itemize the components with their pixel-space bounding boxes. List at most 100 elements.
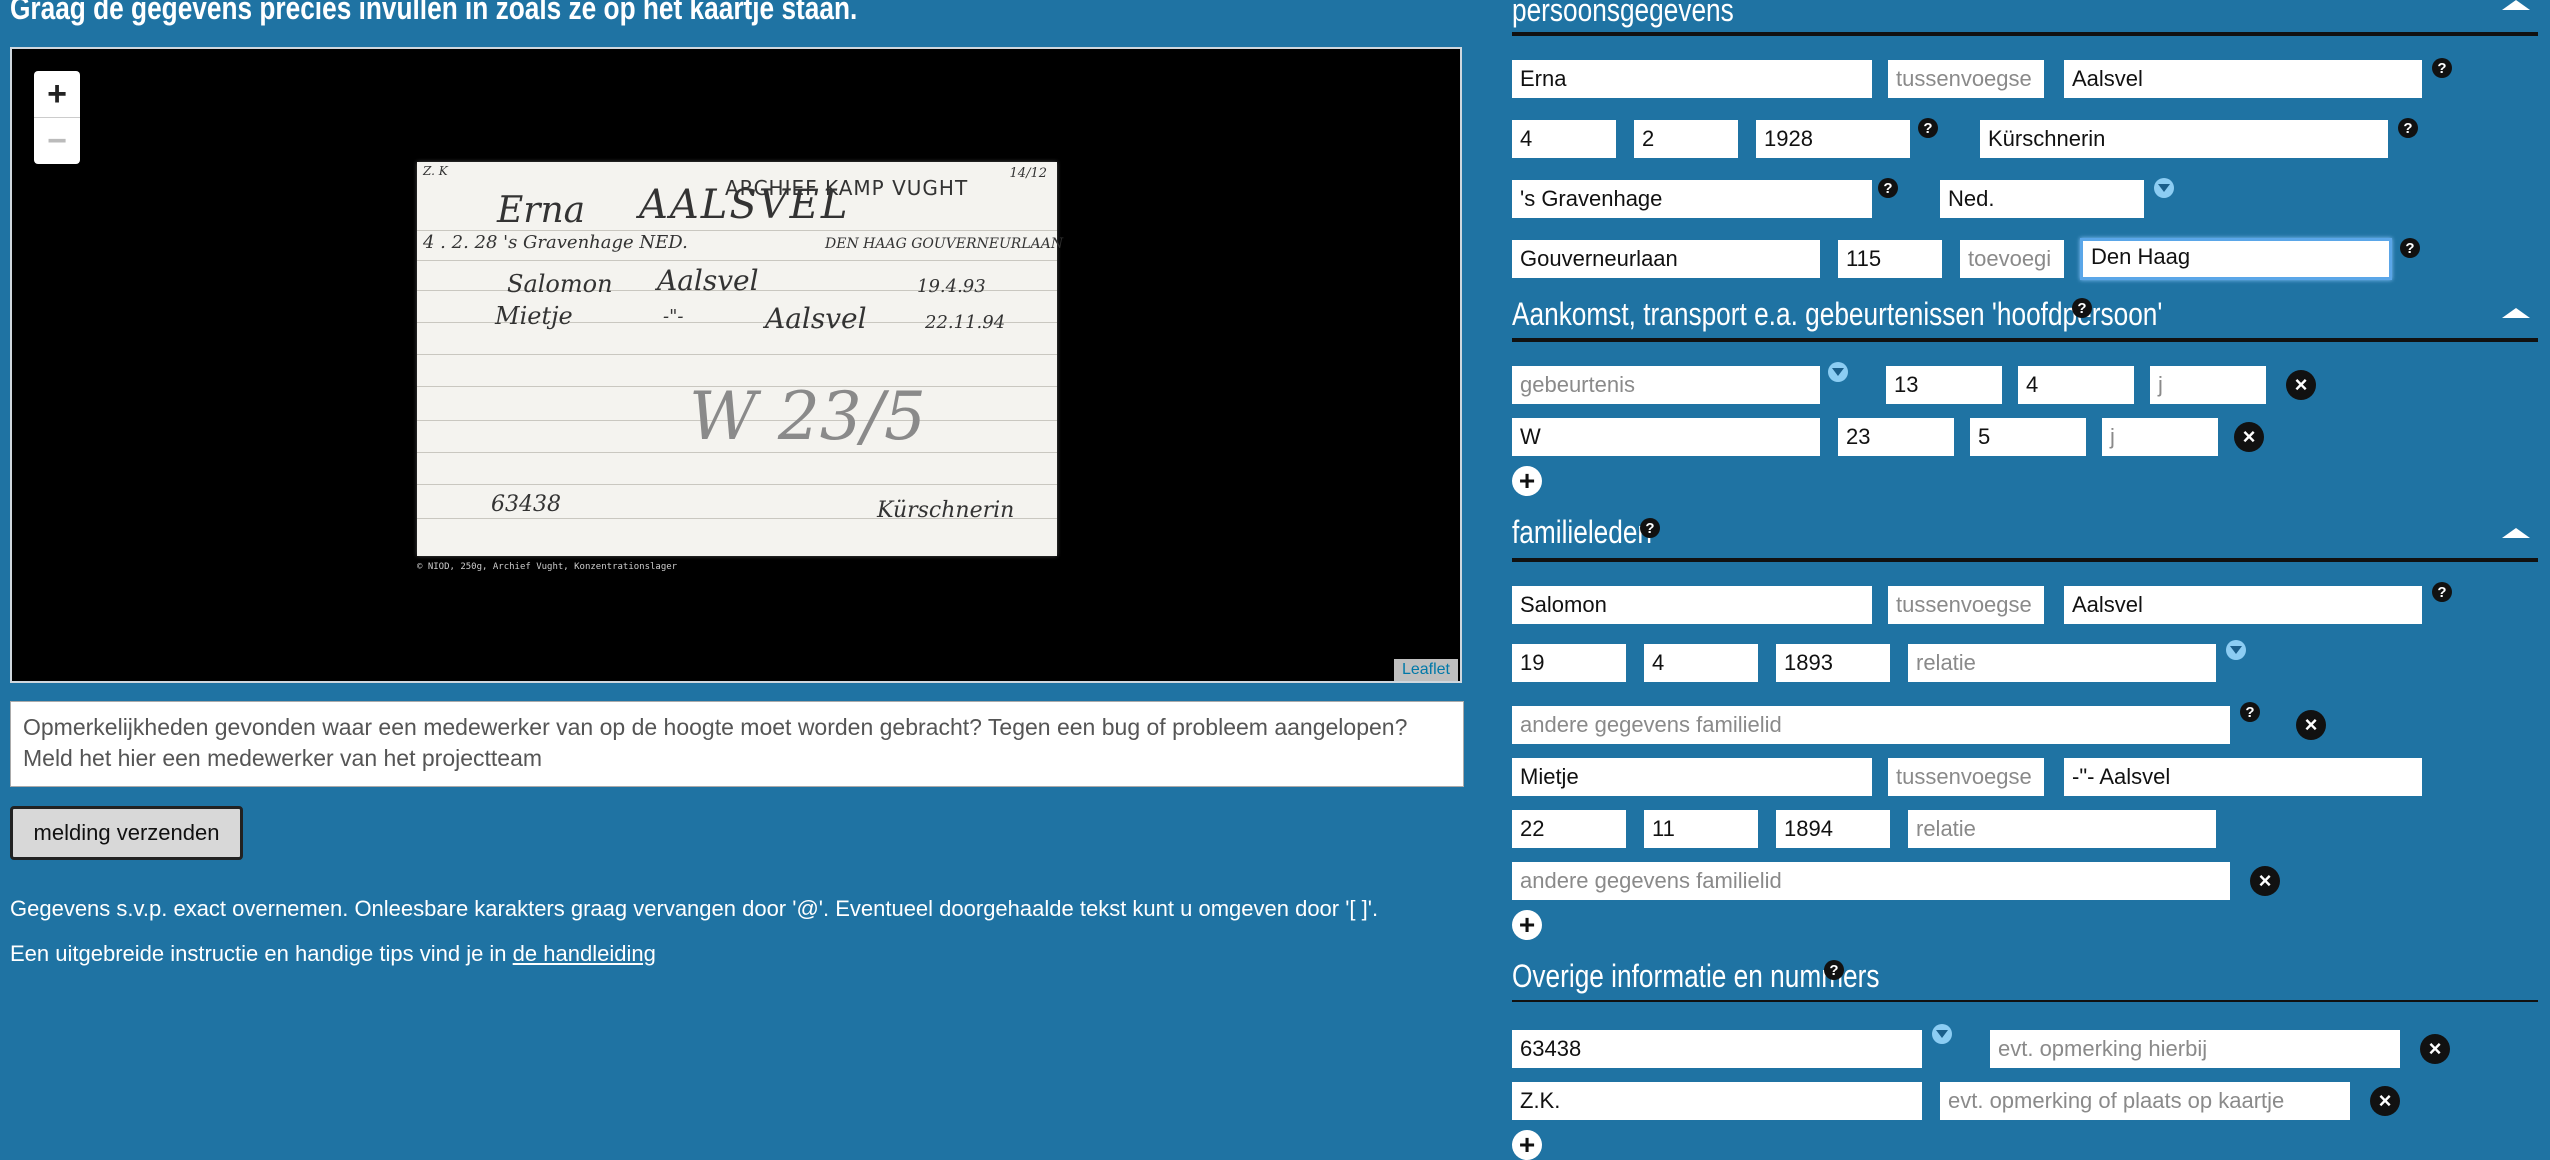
dropdown-icon[interactable] <box>1932 1024 1952 1044</box>
card-copyright: © NIOD, 250g, Archief Vught, Konzentrati… <box>417 562 678 572</box>
card-birth-line: 4 . 2. 28 's Gravenhage NED. <box>423 232 688 253</box>
family-last-name-input[interactable]: -"- Aalsvel <box>2064 758 2422 796</box>
number-remark-input[interactable]: evt. opmerking of plaats op kaartje <box>1940 1082 2350 1120</box>
remarks-textarea[interactable]: Opmerkelijkheden gevonden waar een medew… <box>10 701 1464 787</box>
card-relative2-first: Mietje <box>495 302 573 330</box>
card-image-viewer[interactable]: + − Z. K 14/12 ARCHIEF KAMP VUGHT Erna A… <box>10 47 1462 683</box>
help-icon[interactable]: ? <box>1918 118 1938 138</box>
card-last-name: AALSVEL <box>639 182 850 228</box>
leaflet-attribution-link[interactable]: Leaflet <box>1393 659 1458 681</box>
family-first-name-input[interactable]: Salomon <box>1512 586 1872 624</box>
manual-link[interactable]: de handleiding <box>513 941 656 966</box>
manual-instruction: Een uitgebreide instructie en handige ti… <box>10 941 656 967</box>
last-name-input[interactable]: Aalsvel <box>2064 60 2422 98</box>
city-input[interactable]: Den Haag <box>2080 238 2392 280</box>
page-title: Graag de gegevens precies invullen in zo… <box>10 0 858 26</box>
event-year-input[interactable]: j <box>2102 418 2218 456</box>
card-relative1-date: 19.4.93 <box>917 276 986 297</box>
help-icon[interactable]: ? <box>2400 238 2420 258</box>
section-divider <box>1512 32 2538 36</box>
family-relation-input[interactable]: relatie <box>1908 810 2216 848</box>
collapse-persons-icon[interactable] <box>2502 0 2530 10</box>
remove-family-member-button[interactable]: × <box>2250 866 2280 896</box>
family-other-data-input[interactable]: andere gegevens familielid <box>1512 706 2230 744</box>
birth-day-input[interactable]: 4 <box>1512 120 1616 158</box>
help-icon[interactable]: ? <box>2432 582 2452 602</box>
event-month-input[interactable]: 5 <box>1970 418 2086 456</box>
remove-number-button[interactable]: × <box>2420 1034 2450 1064</box>
help-icon[interactable]: ? <box>2432 58 2452 78</box>
card-relative2-ditto: -"- <box>663 306 684 327</box>
card-first-name: Erna <box>497 190 586 231</box>
family-day-input[interactable]: 19 <box>1512 644 1626 682</box>
family-last-name-input[interactable]: Aalsvel <box>2064 586 2422 624</box>
addition-input[interactable]: toevoegi <box>1960 240 2064 278</box>
zoom-in-button[interactable]: + <box>34 71 80 117</box>
zoom-control: + − <box>34 71 80 164</box>
birth-month-input[interactable]: 2 <box>1634 120 1738 158</box>
card-corner-left: Z. K <box>423 164 448 178</box>
collapse-family-icon[interactable] <box>2502 528 2530 538</box>
help-icon[interactable]: ? <box>2240 702 2260 722</box>
birthplace-input[interactable]: 's Gravenhage <box>1512 180 1872 218</box>
card-address: DEN HAAG GOUVERNEURLAAN <box>825 236 1064 252</box>
event-month-input[interactable]: 4 <box>2018 366 2134 404</box>
remove-event-button[interactable]: × <box>2286 370 2316 400</box>
manual-instruction-prefix: Een uitgebreide instructie en handige ti… <box>10 941 513 966</box>
collapse-arrival-icon[interactable] <box>2502 308 2530 318</box>
section-divider <box>1512 338 2538 342</box>
card-corner-right: 14/12 <box>1009 166 1047 181</box>
help-icon[interactable]: ? <box>2398 118 2418 138</box>
event-day-input[interactable]: 23 <box>1838 418 1954 456</box>
family-other-data-input[interactable]: andere gegevens familielid <box>1512 862 2230 900</box>
card-relative2-date: 22.11.94 <box>925 312 1006 333</box>
help-icon[interactable]: ? <box>1640 518 1660 538</box>
family-day-input[interactable]: 22 <box>1512 810 1626 848</box>
event-day-input[interactable]: 13 <box>1886 366 2002 404</box>
house-number-input[interactable]: 115 <box>1838 240 1942 278</box>
add-family-member-button[interactable]: + <box>1512 910 1542 940</box>
section-title-persons: persoonsgegevens <box>1512 0 1734 28</box>
dropdown-icon[interactable] <box>2154 178 2174 198</box>
section-divider <box>1512 1000 2538 1002</box>
section-title-arrival: Aankomst, transport e.a. gebeurtenissen … <box>1512 296 2163 332</box>
event-input[interactable]: gebeurtenis <box>1512 366 1820 404</box>
add-event-button[interactable]: + <box>1512 466 1542 496</box>
number-input[interactable]: 63438 <box>1512 1030 1922 1068</box>
family-infix-input[interactable]: tussenvoegse <box>1888 586 2044 624</box>
nationality-input[interactable]: Ned. <box>1940 180 2144 218</box>
zoom-out-button[interactable]: − <box>34 117 80 164</box>
first-name-input[interactable]: Erna <box>1512 60 1872 98</box>
dropdown-icon[interactable] <box>2226 640 2246 660</box>
card-relative1-last: Aalsvel <box>657 264 759 297</box>
infix-input[interactable]: tussenvoegse <box>1888 60 2044 98</box>
street-input[interactable]: Gouverneurlaan <box>1512 240 1820 278</box>
card-stamp: W 23/5 <box>689 378 927 455</box>
section-title-other: Overige informatie en nummers <box>1512 958 1880 994</box>
remove-event-button[interactable]: × <box>2234 422 2264 452</box>
occupation-input[interactable]: Kürschnerin <box>1980 120 2388 158</box>
number-remark-input[interactable]: evt. opmerking hierbij <box>1990 1030 2400 1068</box>
family-month-input[interactable]: 4 <box>1644 644 1758 682</box>
number-input[interactable]: Z.K. <box>1512 1082 1922 1120</box>
family-month-input[interactable]: 11 <box>1644 810 1758 848</box>
family-relation-input[interactable]: relatie <box>1908 644 2216 682</box>
dropdown-icon[interactable] <box>1828 362 1848 382</box>
card-number: 63438 <box>491 492 561 517</box>
help-icon[interactable]: ? <box>1878 178 1898 198</box>
card-relative2-last: Aalsvel <box>765 302 867 335</box>
remove-number-button[interactable]: × <box>2370 1086 2400 1116</box>
family-infix-input[interactable]: tussenvoegse <box>1888 758 2044 796</box>
event-year-input[interactable]: j <box>2150 366 2266 404</box>
help-icon[interactable]: ? <box>1824 960 1844 980</box>
add-number-button[interactable]: + <box>1512 1130 1542 1160</box>
family-year-input[interactable]: 1894 <box>1776 810 1890 848</box>
birth-year-input[interactable]: 1928 <box>1756 120 1910 158</box>
remove-family-member-button[interactable]: × <box>2296 710 2326 740</box>
archive-card-image: Z. K 14/12 ARCHIEF KAMP VUGHT Erna AALSV… <box>417 162 1063 556</box>
send-report-button[interactable]: melding verzenden <box>10 806 243 860</box>
family-year-input[interactable]: 1893 <box>1776 644 1890 682</box>
event-input[interactable]: W <box>1512 418 1820 456</box>
family-first-name-input[interactable]: Mietje <box>1512 758 1872 796</box>
help-icon[interactable]: ? <box>2072 298 2092 318</box>
